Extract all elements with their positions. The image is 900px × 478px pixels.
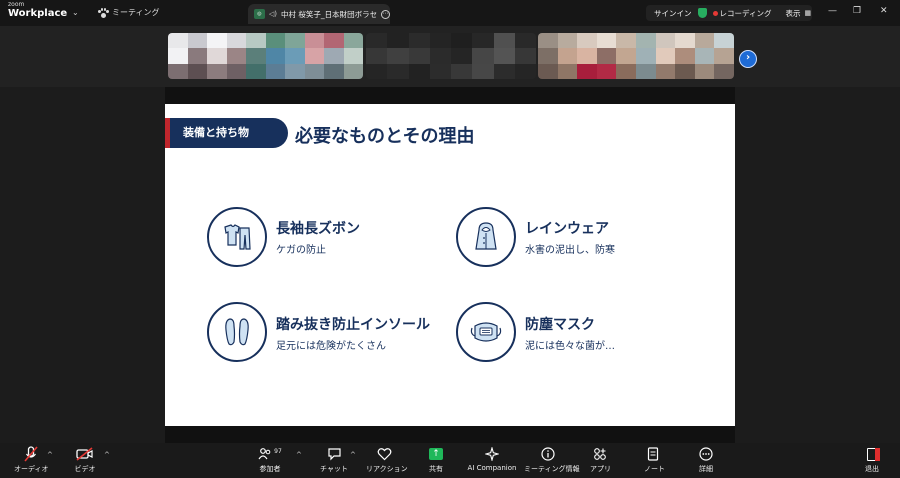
audio-options-caret-icon[interactable]: ^ xyxy=(47,451,53,459)
chevron-down-icon[interactable]: ⌄ xyxy=(72,8,79,17)
blurred-video xyxy=(366,33,536,79)
item-description: 足元には危険がたくさん xyxy=(276,341,386,352)
reactions-label: リアクション xyxy=(366,465,408,473)
insole-icon xyxy=(207,302,267,362)
video-button[interactable]: ビデオ xyxy=(70,446,100,474)
more-dots-icon xyxy=(697,446,715,462)
tab-shared-screen[interactable]: ◎ ◁) 中村 桜笑子_日本財団ボラセ ⋯ xyxy=(248,4,390,24)
meeting-tab-label: ミーティング xyxy=(112,8,160,17)
slide-title: 必要なものとその理由 xyxy=(295,126,475,147)
raincoat-icon xyxy=(456,207,516,267)
header-actions: サインイン レコーディング 表示 ▦ xyxy=(646,5,812,21)
leave-icon-wrap xyxy=(862,446,882,462)
next-page-button[interactable]: › xyxy=(739,50,757,68)
item-description: 水害の泥出し、防寒 xyxy=(525,245,615,256)
meeting-toolbar: オーディオ ^ ビデオ ^ 97 参加者 ^ チャット ^ リアクション ↑ 共… xyxy=(0,443,900,478)
slide-letterbox-bottom xyxy=(165,426,735,443)
participant-strip: › xyxy=(0,26,900,87)
apps-label: アプリ xyxy=(590,465,611,473)
notes-button[interactable]: ノート xyxy=(644,446,665,474)
share-button[interactable]: ↑ 共有 xyxy=(426,446,446,474)
participant-thumbnail[interactable] xyxy=(538,33,734,79)
meeting-info-button[interactable]: ミーティング情報 xyxy=(524,446,580,474)
mic-muted-icon xyxy=(14,446,48,462)
item-title: 長袖長ズボン xyxy=(276,221,360,237)
apps-button[interactable]: アプリ xyxy=(590,446,611,474)
presentation-slide: 装備と持ち物 必要なものとその理由 長袖長ズボン ケガの防止 レインウェア 水害… xyxy=(165,104,735,426)
participant-thumbnail[interactable] xyxy=(168,33,363,79)
view-grid-icon[interactable]: ▦ xyxy=(804,9,811,17)
ai-companion-label: AI Companion xyxy=(467,464,517,472)
item-description: 泥には色々な菌が… xyxy=(525,341,615,352)
zoom-window: zoom Workplace ⌄ ミーティング ◎ ◁) 中村 桜笑子_日本財団… xyxy=(0,0,900,478)
clothes-icon xyxy=(207,207,267,267)
blurred-video xyxy=(538,33,734,79)
leave-button[interactable]: 退出 xyxy=(862,446,882,474)
chat-icon xyxy=(320,446,348,462)
view-button[interactable]: 表示 xyxy=(785,8,800,19)
paw-icon xyxy=(98,7,109,18)
leave-icon xyxy=(867,447,880,461)
speaker-icon: ◁) xyxy=(268,10,277,18)
video-label: ビデオ xyxy=(74,465,96,473)
video-options-caret-icon[interactable]: ^ xyxy=(104,451,110,459)
item-title: 踏み抜き防止インソール xyxy=(276,317,430,333)
blurred-video xyxy=(168,33,363,79)
sign-in-button[interactable]: サインイン xyxy=(654,8,692,19)
ai-companion-button[interactable]: AI Companion xyxy=(466,446,518,472)
section-label: 装備と持ち物 xyxy=(170,118,288,148)
chat-label: チャット xyxy=(320,465,348,473)
notes-label: ノート xyxy=(644,465,665,473)
info-icon xyxy=(524,446,572,462)
close-icon[interactable]: ✕ xyxy=(880,6,888,16)
more-button[interactable]: 詳細 xyxy=(697,446,715,474)
meeting-info-label: ミーティング情報 xyxy=(524,465,580,473)
participants-button[interactable]: 97 参加者 xyxy=(254,446,286,474)
audio-label: オーディオ xyxy=(14,465,49,473)
share-label: 共有 xyxy=(429,465,443,473)
app-logo-icon: ◎ xyxy=(254,9,265,19)
tab-meeting[interactable]: ミーティング xyxy=(98,7,160,18)
shield-icon[interactable] xyxy=(697,8,707,18)
active-tab-label: 中村 桜笑子_日本財団ボラセ xyxy=(280,9,378,19)
zoom-logo[interactable]: zoom Workplace xyxy=(8,2,67,19)
people-icon xyxy=(258,448,271,460)
apps-icon xyxy=(590,446,610,462)
item-description: ケガの防止 xyxy=(276,245,326,256)
participants-label: 参加者 xyxy=(259,465,281,473)
leave-label: 退出 xyxy=(865,465,879,473)
slide-letterbox-top xyxy=(165,87,735,104)
restore-icon[interactable]: ❐ xyxy=(853,6,861,16)
reactions-button[interactable]: リアクション xyxy=(366,446,408,474)
record-dot-icon xyxy=(712,10,718,16)
sparkle-icon xyxy=(466,446,518,462)
heart-icon xyxy=(366,446,402,462)
chat-button[interactable]: チャット xyxy=(320,446,348,474)
video-off-icon xyxy=(70,446,100,462)
mask-icon xyxy=(456,302,516,362)
notes-icon xyxy=(644,446,662,462)
share-screen-icon: ↑ xyxy=(429,448,443,460)
participants-icon-wrap: 97 xyxy=(254,446,286,462)
minimize-icon[interactable]: — xyxy=(828,6,837,16)
more-label: 詳細 xyxy=(699,465,713,473)
share-icon-wrap: ↑ xyxy=(426,446,446,462)
chat-options-caret-icon[interactable]: ^ xyxy=(350,451,356,459)
audio-button[interactable]: オーディオ xyxy=(14,446,49,474)
more-icon[interactable]: ⋯ xyxy=(381,9,390,19)
item-title: 防塵マスク xyxy=(525,317,595,333)
participant-thumbnail[interactable] xyxy=(366,33,536,79)
shared-screen: 装備と持ち物 必要なものとその理由 長袖長ズボン ケガの防止 レインウェア 水害… xyxy=(0,87,900,443)
participants-count: 97 xyxy=(274,447,282,455)
title-bar: zoom Workplace ⌄ ミーティング ◎ ◁) 中村 桜笑子_日本財団… xyxy=(0,0,900,26)
participants-options-caret-icon[interactable]: ^ xyxy=(296,451,302,459)
brand-name: Workplace xyxy=(8,8,68,19)
recording-button[interactable]: レコーディング xyxy=(720,8,772,19)
item-title: レインウェア xyxy=(525,221,609,237)
